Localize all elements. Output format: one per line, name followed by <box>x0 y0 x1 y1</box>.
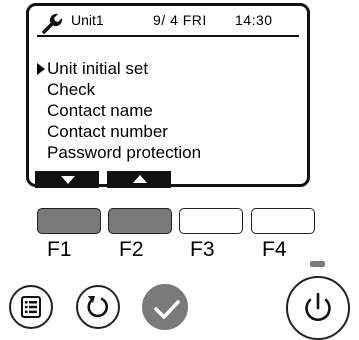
f1-label: F1 <box>47 238 72 261</box>
power-icon <box>305 292 331 322</box>
f4-label: F4 <box>262 238 287 261</box>
softkey-up <box>107 171 171 188</box>
time-display: 14:30 <box>235 12 273 28</box>
unit-name: Unit1 <box>71 12 104 28</box>
back-arrow-icon <box>87 296 109 318</box>
f2-label: F2 <box>119 238 144 261</box>
back-button[interactable] <box>76 285 120 329</box>
up-arrow-icon <box>133 175 147 183</box>
wrench-icon <box>42 13 63 34</box>
selection-cursor-icon <box>37 63 45 75</box>
softkey-down <box>35 171 99 188</box>
menu-item-label: Contact number <box>47 122 168 141</box>
operation-lamp <box>310 261 325 267</box>
status-divider <box>37 35 299 37</box>
f3-label: F3 <box>190 238 215 261</box>
menu-item-label: Contact name <box>47 101 153 120</box>
menu-item-unit-initial-set[interactable]: Unit initial set <box>37 58 201 79</box>
date-display: 9/ 4 FRI <box>153 12 207 28</box>
f1-button[interactable] <box>37 208 101 234</box>
menu-item-label: Check <box>47 80 96 99</box>
ok-button[interactable] <box>142 284 188 330</box>
down-arrow-icon <box>61 176 75 184</box>
f2-button[interactable] <box>108 208 172 234</box>
menu-list-icon <box>21 296 41 318</box>
menu-item-label: Password protection <box>47 143 202 162</box>
checkmark-icon <box>154 300 180 319</box>
menu-item-contact-number[interactable]: Contact number <box>37 121 201 142</box>
menu-item-check[interactable]: Check <box>37 79 201 100</box>
power-button[interactable] <box>286 276 350 340</box>
menu-item-contact-name[interactable]: Contact name <box>37 100 201 121</box>
status-bar: Unit1 9/ 4 FRI 14:30 <box>37 11 299 34</box>
menu-item-label: Unit initial set <box>47 59 149 78</box>
menu-item-password-protection[interactable]: Password protection <box>37 142 201 163</box>
f3-button[interactable] <box>179 208 243 234</box>
lcd-screen: Unit1 9/ 4 FRI 14:30 Unit initial set Ch… <box>26 3 310 188</box>
menu-list: Unit initial set Check Contact name Cont… <box>37 58 201 163</box>
f4-button[interactable] <box>251 208 315 234</box>
menu-button[interactable] <box>9 285 53 329</box>
